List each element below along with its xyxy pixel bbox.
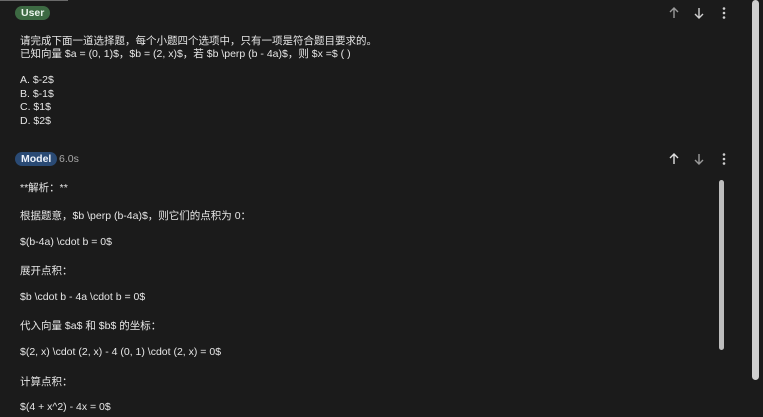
user-option-b: B. $-1$: [20, 88, 54, 100]
arrow-up-icon[interactable]: [666, 5, 682, 21]
model-response-line: $(b-4a) \cdot b = 0$: [20, 236, 112, 248]
user-question-line: 已知向量 $a = (0, 1)$，$b = (2, x)$，若 $b \per…: [20, 48, 351, 60]
more-vert-icon[interactable]: [716, 5, 732, 21]
user-role-badge: User: [15, 6, 51, 20]
user-option-a: A. $-2$: [20, 74, 54, 86]
arrow-down-icon[interactable]: [691, 5, 707, 21]
response-timing: 6.0s: [59, 153, 79, 165]
arrow-down-icon[interactable]: [691, 151, 707, 167]
model-response-line: 展开点积：: [20, 265, 73, 277]
top-divider: [0, 0, 68, 1]
user-option-d: D. $2$: [20, 115, 51, 127]
model-response-line: $(4 + x^2) - 4x = 0$: [20, 401, 111, 413]
model-role-badge: Model: [15, 152, 58, 166]
page-scrollbar[interactable]: [752, 0, 759, 380]
model-response-line: 根据题意，$b \perp (b-4a)$，则它们的点积为 0：: [20, 210, 252, 222]
user-option-c: C. $1$: [20, 101, 51, 113]
model-response-line: **解析：**: [20, 182, 68, 194]
arrow-up-icon[interactable]: [666, 151, 682, 167]
model-response-line: 代入向量 $a$ 和 $b$ 的坐标：: [20, 320, 162, 332]
model-response-line: $(2, x) \cdot (2, x) - 4 (0, 1) \cdot (2…: [20, 346, 222, 358]
model-response-line: 计算点积：: [20, 376, 73, 388]
more-vert-icon[interactable]: [716, 151, 732, 167]
model-response-line: $b \cdot b - 4a \cdot b = 0$: [20, 291, 146, 303]
response-scrollbar[interactable]: [719, 180, 724, 350]
